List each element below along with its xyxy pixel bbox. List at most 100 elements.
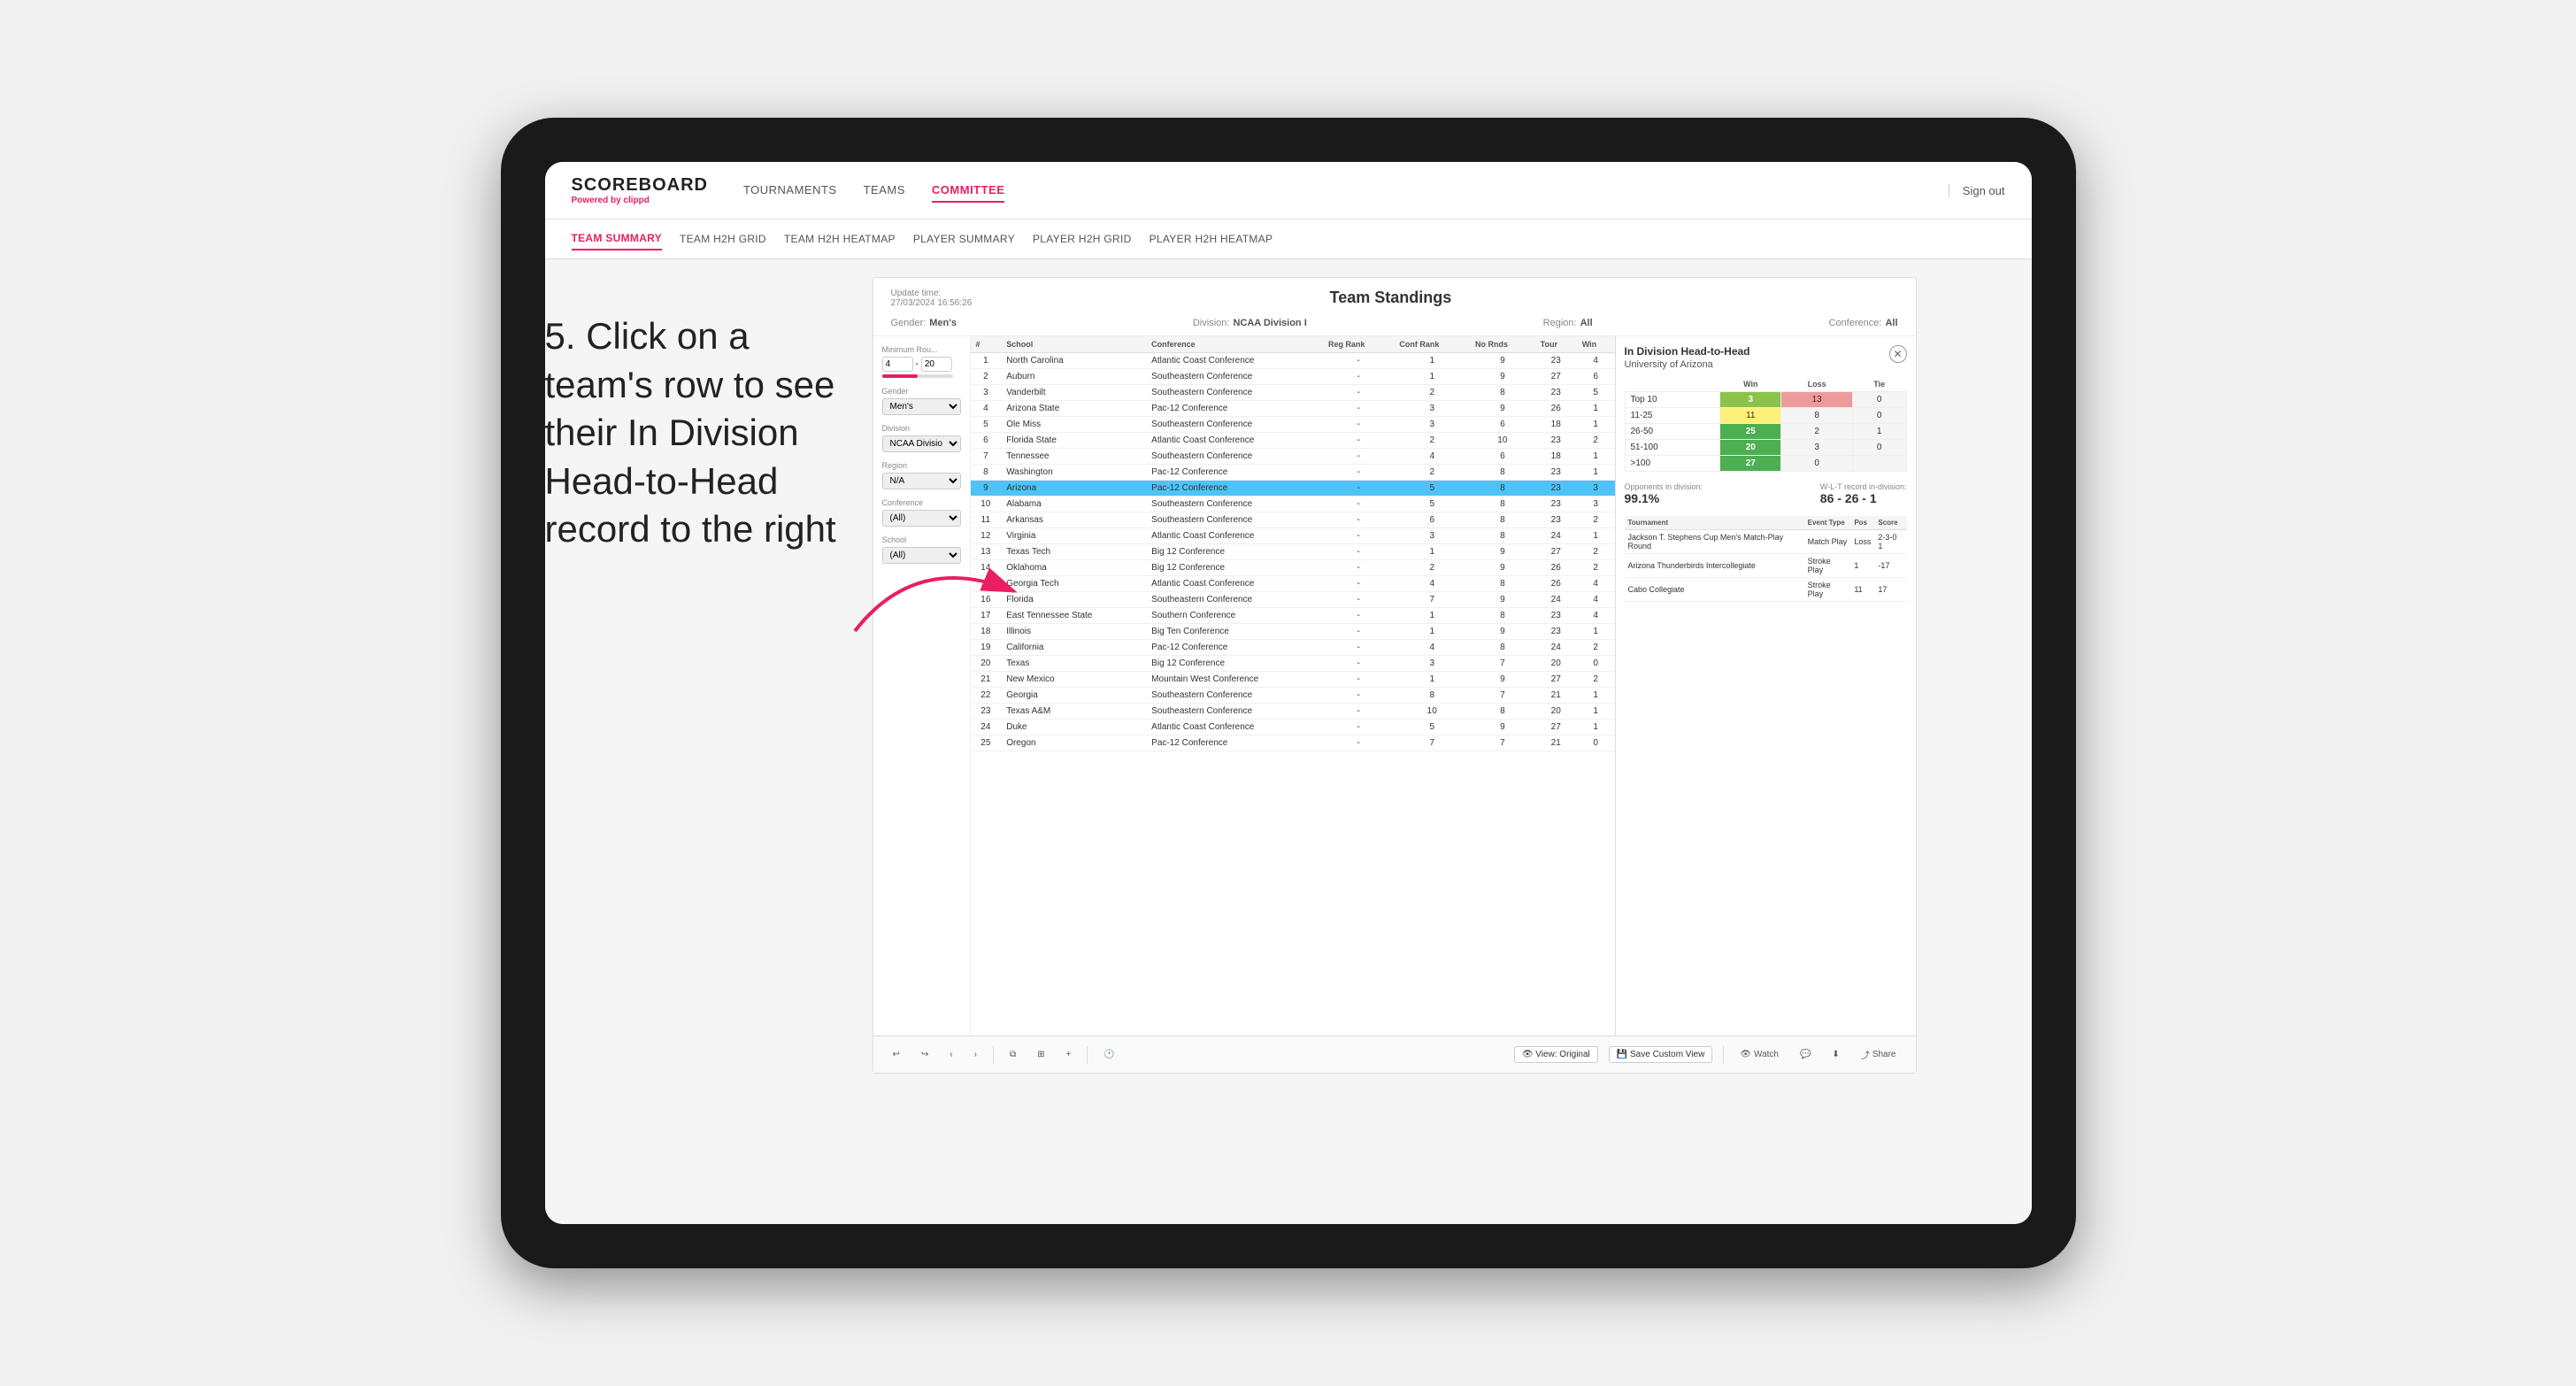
col-no-rnds: No Rnds <box>1470 336 1535 353</box>
h2h-close-button[interactable]: ✕ <box>1889 345 1907 363</box>
sub-nav-player-summary[interactable]: PLAYER SUMMARY <box>913 228 1015 250</box>
table-row[interactable]: 7 Tennessee Southeastern Conference - 4 … <box>971 449 1615 465</box>
h2h-row: >100 27 0 <box>1625 456 1906 472</box>
nav-items: TOURNAMENTS TEAMS COMMITTEE <box>743 179 1949 203</box>
table-row[interactable]: 17 East Tennessee State Southern Confere… <box>971 608 1615 624</box>
filter-slider[interactable] <box>882 374 953 378</box>
table-row[interactable]: 12 Virginia Atlantic Coast Conference - … <box>971 528 1615 544</box>
cell-no-rnds: 8 <box>1470 385 1535 401</box>
undo2-button[interactable]: ↪ <box>916 1047 934 1062</box>
card-header: Update time: 27/03/2024 16:56:26 Team St… <box>873 278 1916 336</box>
table-row[interactable]: 5 Ole Miss Southeastern Conference - 3 6… <box>971 417 1615 433</box>
cell-no-rnds: 9 <box>1470 544 1535 560</box>
download-button[interactable]: ⬇ <box>1826 1047 1844 1062</box>
cell-conf-rank: 1 <box>1394 608 1470 624</box>
h2h-record-stat: W-L-T record in-division: 86 - 26 - 1 <box>1820 482 1907 505</box>
sub-nav-team-summary[interactable]: TEAM SUMMARY <box>572 227 662 250</box>
cell-conf-rank: 7 <box>1394 592 1470 608</box>
cell-win: 3 <box>1577 481 1615 497</box>
cell-no-rnds: 9 <box>1470 560 1535 576</box>
table-row[interactable]: 15 Georgia Tech Atlantic Coast Conferenc… <box>971 576 1615 592</box>
tour-cell-score: 17 <box>1874 578 1906 602</box>
table-row[interactable]: 6 Florida State Atlantic Coast Conferenc… <box>971 433 1615 449</box>
plus-button[interactable]: + <box>1061 1047 1077 1062</box>
cell-tour: 21 <box>1535 688 1577 704</box>
table-row[interactable]: 4 Arizona State Pac-12 Conference - 3 9 … <box>971 401 1615 417</box>
table-row[interactable]: 3 Vanderbilt Southeastern Conference - 2… <box>971 385 1615 401</box>
table-row[interactable]: 11 Arkansas Southeastern Conference - 6 … <box>971 512 1615 528</box>
share-button[interactable]: ⤴ Share <box>1856 1045 1902 1064</box>
sub-nav-player-h2h-heatmap[interactable]: PLAYER H2H HEATMAP <box>1150 228 1273 250</box>
cell-reg-rank: - <box>1323 560 1394 576</box>
cell-no-rnds: 9 <box>1470 624 1535 640</box>
cell-no-rnds: 6 <box>1470 417 1535 433</box>
copy-button[interactable]: ⧉ <box>1004 1047 1021 1062</box>
tour-col-name: Tournament <box>1625 516 1804 530</box>
cell-school: Texas A&M <box>1001 704 1146 720</box>
view-original-button[interactable]: 👁 View: Original <box>1514 1046 1598 1063</box>
cell-conference: Southeastern Conference <box>1146 385 1323 401</box>
table-row[interactable]: 21 New Mexico Mountain West Conference -… <box>971 672 1615 688</box>
table-row[interactable]: 16 Florida Southeastern Conference - 7 9… <box>971 592 1615 608</box>
watch-button[interactable]: 👁 Watch <box>1734 1047 1784 1062</box>
cell-tour: 26 <box>1535 560 1577 576</box>
table-row[interactable]: 13 Texas Tech Big 12 Conference - 1 9 27… <box>971 544 1615 560</box>
h2h-cell-loss: 13 <box>1781 392 1853 408</box>
sub-nav-player-h2h-grid[interactable]: PLAYER H2H GRID <box>1033 228 1132 250</box>
cell-tour: 27 <box>1535 544 1577 560</box>
tournament-row: Cabo Collegiate Stroke Play 11 17 <box>1625 578 1907 602</box>
table-row[interactable]: 9 Arizona Pac-12 Conference - 5 8 23 3 <box>971 481 1615 497</box>
filter-division-select[interactable]: NCAA Division I <box>882 435 961 452</box>
table-row[interactable]: 14 Oklahoma Big 12 Conference - 2 9 26 2 <box>971 560 1615 576</box>
undo-button[interactable]: ↩ <box>888 1047 905 1062</box>
table-row[interactable]: 25 Oregon Pac-12 Conference - 7 7 21 0 <box>971 735 1615 751</box>
table-row[interactable]: 22 Georgia Southeastern Conference - 8 7… <box>971 688 1615 704</box>
col-conf-rank: Conf Rank <box>1394 336 1470 353</box>
filter-conference-select[interactable]: (All) <box>882 510 961 527</box>
sub-nav-team-h2h-heatmap[interactable]: TEAM H2H HEATMAP <box>784 228 896 250</box>
h2h-row: Top 10 3 13 0 <box>1625 392 1906 408</box>
share-icon: ⤴ <box>1861 1048 1870 1061</box>
h2h-cell-tie <box>1852 456 1906 472</box>
cell-conf-rank: 1 <box>1394 672 1470 688</box>
history-button[interactable]: 🕐 <box>1098 1047 1119 1062</box>
table-row[interactable]: 20 Texas Big 12 Conference - 3 7 20 0 <box>971 656 1615 672</box>
cell-reg-rank: - <box>1323 417 1394 433</box>
save-custom-view-button[interactable]: 💾 Save Custom View <box>1609 1046 1713 1063</box>
comment-button[interactable]: 💬 <box>1795 1047 1816 1062</box>
prev-button[interactable]: ‹ <box>944 1047 957 1062</box>
cell-reg-rank: - <box>1323 688 1394 704</box>
filter-gender-select[interactable]: Men's <box>882 398 961 415</box>
cell-conf-rank: 3 <box>1394 656 1470 672</box>
cell-reg-rank: - <box>1323 528 1394 544</box>
cell-reg-rank: - <box>1323 608 1394 624</box>
cell-school: Ole Miss <box>1001 417 1146 433</box>
table-row[interactable]: 2 Auburn Southeastern Conference - 1 9 2… <box>971 369 1615 385</box>
cell-school: Oregon <box>1001 735 1146 751</box>
table-row[interactable]: 1 North Carolina Atlantic Coast Conferen… <box>971 353 1615 369</box>
filter-max-rounds-input[interactable] <box>921 357 952 372</box>
cell-tour: 27 <box>1535 369 1577 385</box>
slider-fill <box>882 374 918 378</box>
h2h-header-row: Win Loss Tie <box>1625 377 1906 392</box>
table-row[interactable]: 23 Texas A&M Southeastern Conference - 1… <box>971 704 1615 720</box>
nav-committee[interactable]: COMMITTEE <box>932 179 1005 203</box>
tournament-row: Jackson T. Stephens Cup Men's Match-Play… <box>1625 530 1907 554</box>
cell-conference: Southeastern Conference <box>1146 449 1323 465</box>
next-button[interactable]: › <box>969 1047 982 1062</box>
filter-min-rounds-input[interactable] <box>882 357 913 372</box>
cell-reg-rank: - <box>1323 401 1394 417</box>
table-row[interactable]: 18 Illinois Big Ten Conference - 1 9 23 … <box>971 624 1615 640</box>
table-row[interactable]: 8 Washington Pac-12 Conference - 2 8 23 … <box>971 465 1615 481</box>
cell-num: 12 <box>971 528 1002 544</box>
h2h-cell-tie: 1 <box>1852 424 1906 440</box>
table-row[interactable]: 10 Alabama Southeastern Conference - 5 8… <box>971 497 1615 512</box>
nav-tournaments[interactable]: TOURNAMENTS <box>743 179 837 203</box>
filter-region-select[interactable]: N/A <box>882 473 961 489</box>
nav-teams[interactable]: TEAMS <box>864 179 905 203</box>
table-row[interactable]: 19 California Pac-12 Conference - 4 8 24… <box>971 640 1615 656</box>
paste-button[interactable]: ⊞ <box>1032 1047 1050 1062</box>
sub-nav-team-h2h-grid[interactable]: TEAM H2H GRID <box>680 228 766 250</box>
sign-out-button[interactable]: Sign out <box>1949 184 2005 197</box>
table-row[interactable]: 24 Duke Atlantic Coast Conference - 5 9 … <box>971 720 1615 735</box>
